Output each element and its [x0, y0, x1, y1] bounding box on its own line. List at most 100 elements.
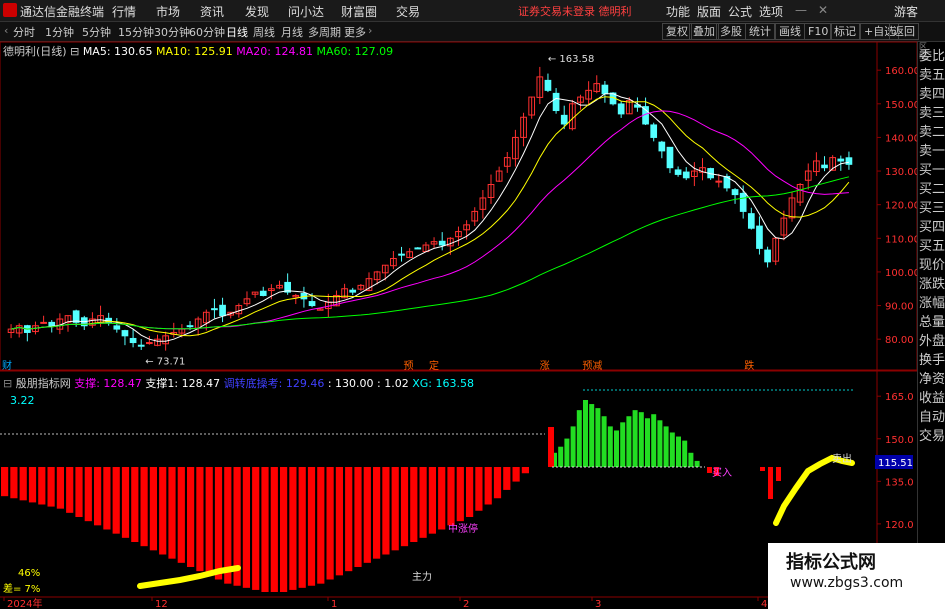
- sidebar-item[interactable]: 卖一: [918, 142, 945, 161]
- sidebar-item[interactable]: 买二: [918, 180, 945, 199]
- current-value: 115.51: [878, 458, 913, 469]
- sidebar-item[interactable]: 自动: [918, 408, 945, 427]
- indicator-bar-red: [382, 467, 390, 555]
- sidebar-item[interactable]: 涨幅: [918, 294, 945, 313]
- low-price-label: ← 73.71: [145, 356, 185, 367]
- sidebar-item[interactable]: 换手: [918, 351, 945, 370]
- x-tick-label: 2: [463, 599, 469, 609]
- indicator-bar-green: [651, 414, 657, 467]
- sidebar-item[interactable]: 涨跌: [918, 275, 945, 294]
- y-tick-label: 80.00: [885, 335, 914, 346]
- candle-body: [414, 247, 422, 250]
- candle-body: [129, 337, 137, 344]
- event-marker: 涨: [540, 360, 550, 372]
- indicator-value: 支撑: 128.47: [74, 377, 142, 390]
- quote-sidebar: 区间 委比 卖五 卖四 卖三 卖二 卖一 买一 买二 买三 买四 买五 现价 涨…: [917, 42, 945, 609]
- indicator-bar-red: [252, 467, 260, 590]
- indicator-bar-red: [548, 427, 554, 467]
- indicator-bar-green: [688, 452, 694, 467]
- indicator-bar-green: [694, 460, 700, 467]
- indicator-bar-green: [657, 420, 663, 467]
- indicator-bar-green: [601, 416, 607, 467]
- sidebar-item[interactable]: 净资: [918, 370, 945, 389]
- indicator-bar-red: [521, 467, 529, 474]
- candle-body: [48, 321, 56, 327]
- diff-label: 差= 7%: [3, 582, 40, 595]
- indicator-bar-red: [466, 467, 474, 517]
- ma60-label: MA60: 127.09: [316, 45, 394, 58]
- indicator-small-value: 3.22: [10, 394, 35, 407]
- indicator-bar-red: [10, 467, 18, 499]
- annotation-text: 买入: [712, 467, 732, 479]
- indicator-value: XG: 163.58: [412, 377, 474, 390]
- indicator-bar-green: [620, 422, 626, 467]
- kline-chart[interactable]: ← 163.58 ← 73.71 预 定 涨 预减 跌 财 主力 中涨停 买入 卖出 46% 差= 7%…: [0, 0, 945, 609]
- indicator-value: : 1.02: [377, 377, 409, 390]
- indicator-name[interactable]: 殷朋指标网: [16, 377, 71, 390]
- indicator-bar-red: [56, 467, 64, 509]
- indicator-bar-red: [335, 467, 343, 576]
- indicator-bar-red: [419, 467, 427, 538]
- candle-body: [650, 124, 658, 138]
- watermark-title: 指标公式网: [786, 552, 876, 573]
- candle-body: [146, 342, 153, 345]
- indicator-bar-red: [768, 467, 773, 499]
- collapse-icon[interactable]: ⊟: [70, 45, 79, 58]
- x-tick-label: 2024年: [7, 597, 42, 609]
- sidebar-item[interactable]: 收益: [918, 389, 945, 408]
- indicator-bar-red: [456, 467, 464, 522]
- indicator-header: ⊟ 殷朋指标网 支撑: 128.47 支撑1: 128.47 调转底操考: 12…: [3, 375, 474, 391]
- candle-body: [601, 84, 609, 95]
- indicator-bar-red: [149, 467, 157, 551]
- candle-body: [666, 146, 674, 169]
- indicator-bar-red: [187, 467, 195, 567]
- y-tick-label: 165.0: [885, 392, 914, 403]
- sidebar-item[interactable]: 交易: [918, 427, 945, 446]
- sidebar-item[interactable]: 买三: [918, 199, 945, 218]
- y-tick-label: 140.00: [885, 133, 920, 144]
- y-tick-label: 100.00: [885, 268, 920, 279]
- candle-body: [438, 240, 446, 246]
- indicator-bar-red: [776, 467, 781, 481]
- sidebar-item[interactable]: 卖五: [918, 66, 945, 85]
- indicator-bar-red: [140, 467, 148, 547]
- indicator-bar-red: [317, 467, 325, 584]
- sidebar-item[interactable]: 买一: [918, 161, 945, 180]
- sidebar-item[interactable]: 买四: [918, 218, 945, 237]
- sidebar-item[interactable]: 外盘: [918, 332, 945, 351]
- indicator-bar-red: [103, 467, 111, 530]
- indicator-bar-red: [512, 467, 520, 482]
- indicator-value: : 130.00: [327, 377, 374, 390]
- indicator-bar-red: [493, 467, 502, 499]
- candle-body: [186, 325, 194, 328]
- y-tick-label: 150.0: [885, 435, 914, 446]
- indicator-value: 支撑1: 128.47: [145, 377, 221, 390]
- indicator-value: 调转底操考: 129.46: [223, 377, 325, 390]
- main-panel-header: 德明利(日线) ⊟ MA5: 130.65 MA10: 125.91 MA20:…: [3, 43, 393, 59]
- indicator-bar-red: [94, 467, 102, 526]
- indicator-bar-red: [205, 467, 213, 576]
- indicator-bar-green: [564, 438, 570, 467]
- sidebar-item[interactable]: 委比: [918, 47, 945, 66]
- candle-body: [308, 301, 316, 307]
- indicator-bar-red: [242, 467, 250, 588]
- finance-tag: 财: [2, 359, 12, 372]
- indicator-bar-red: [760, 467, 765, 471]
- ma5-label: MA5: 130.65: [82, 45, 153, 58]
- sidebar-item[interactable]: 卖四: [918, 85, 945, 104]
- sidebar-item[interactable]: 现价: [918, 256, 945, 275]
- annotation-text: 卖出: [832, 452, 852, 465]
- sidebar-item[interactable]: 总量: [918, 313, 945, 332]
- candle-body: [715, 180, 723, 183]
- toggle-icon[interactable]: ⊟: [3, 377, 12, 390]
- sidebar-item[interactable]: 卖二: [918, 123, 945, 142]
- indicator-bar-green: [570, 426, 576, 467]
- sidebar-item[interactable]: 买五: [918, 237, 945, 256]
- sidebar-item[interactable]: 卖三: [918, 104, 945, 123]
- candle-body: [837, 158, 845, 162]
- indicator-bar-red: [131, 467, 139, 542]
- y-tick-label: 90.00: [885, 302, 914, 313]
- percent-label: 46%: [18, 568, 40, 579]
- indicator-bar-red: [438, 467, 446, 530]
- indicator-bar-green: [558, 446, 564, 467]
